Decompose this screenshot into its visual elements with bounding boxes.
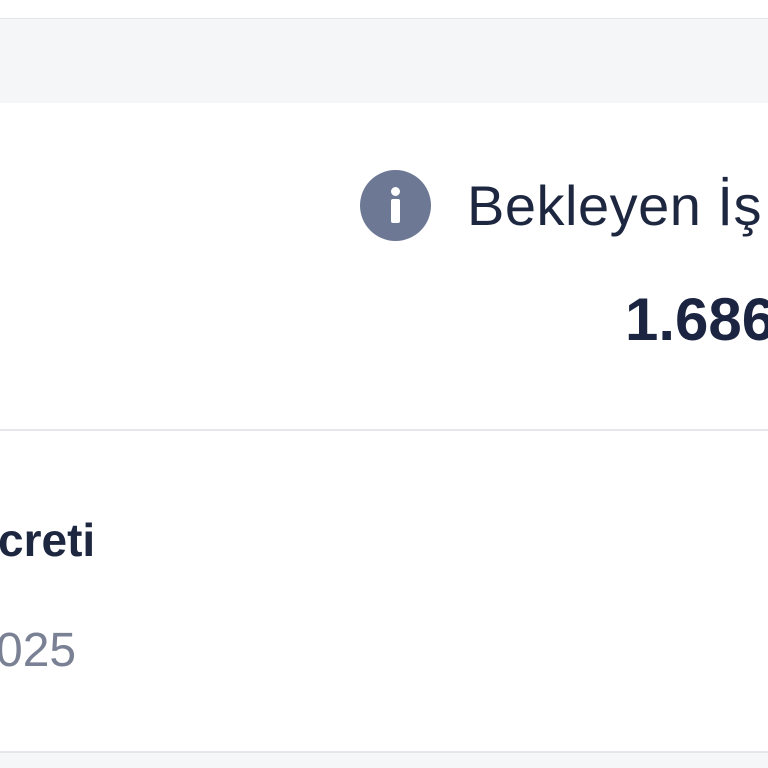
list-item[interactable]: creti 025 [0, 431, 768, 751]
list-item-date: 025 [0, 624, 77, 677]
info-icon[interactable] [360, 169, 431, 241]
pending-header: Bekleyen İş [360, 169, 762, 241]
section-band [0, 19, 768, 103]
divider [0, 751, 768, 768]
pending-count: 1.686 [625, 286, 768, 353]
top-strip [0, 0, 768, 19]
list-item-title: creti [0, 514, 96, 566]
pending-card[interactable]: Bekleyen İş 1.686 [0, 103, 768, 431]
pending-label: Bekleyen İş [467, 173, 762, 237]
page: Bekleyen İş 1.686 creti 025 [0, 0, 768, 768]
